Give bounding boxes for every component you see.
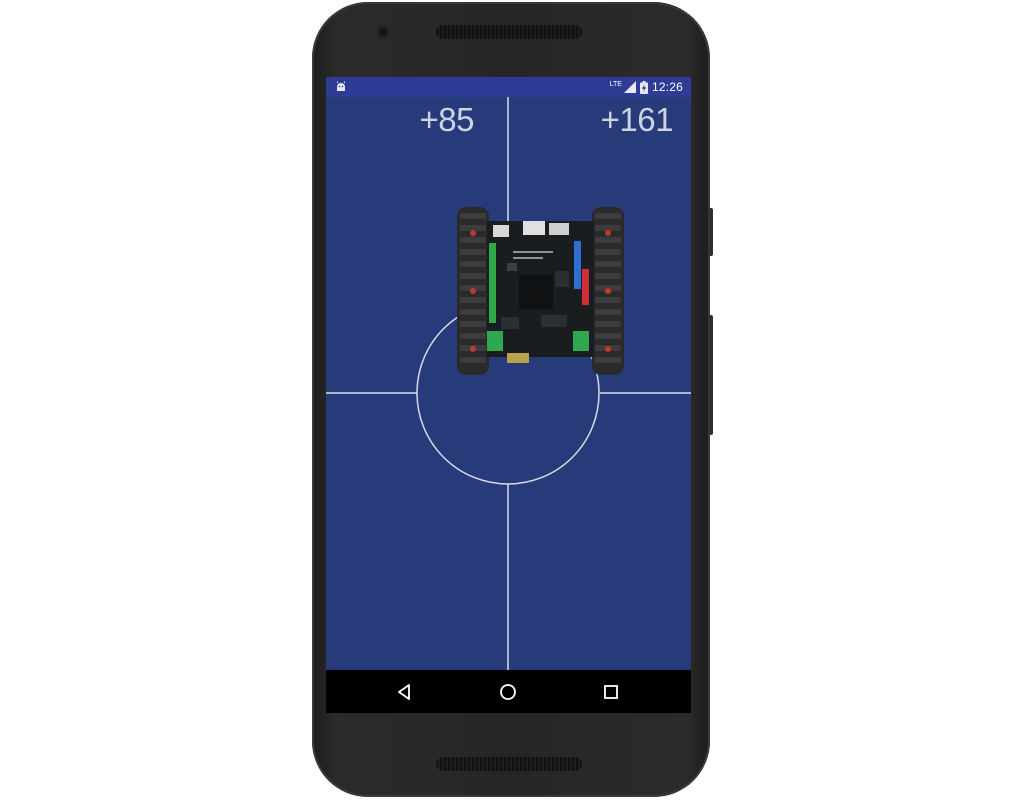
recents-icon[interactable] (599, 680, 623, 704)
top-speaker (436, 25, 582, 39)
android-nav-bar (326, 670, 691, 713)
home-icon[interactable] (496, 680, 520, 704)
battery-icon (639, 80, 648, 94)
tracked-robot-image[interactable] (457, 207, 624, 375)
right-motor-speed: +161 (600, 101, 674, 138)
android-notification-icon (336, 81, 346, 91)
power-button[interactable] (709, 208, 713, 256)
left-motor-speed: +85 (419, 101, 475, 138)
app-screen: LTE 12:26 +85 +161 (326, 77, 691, 713)
volume-button[interactable] (709, 315, 713, 435)
back-icon[interactable] (393, 680, 417, 704)
network-type-label: LTE (609, 80, 622, 88)
joystick-canvas[interactable]: +85 +161 (326, 97, 691, 670)
bottom-speaker (436, 757, 582, 771)
status-clock: 12:26 (651, 80, 683, 94)
joystick-crosshair (326, 97, 691, 670)
signal-icon (623, 81, 636, 93)
status-bar: LTE 12:26 (326, 77, 691, 97)
front-camera (377, 26, 389, 38)
